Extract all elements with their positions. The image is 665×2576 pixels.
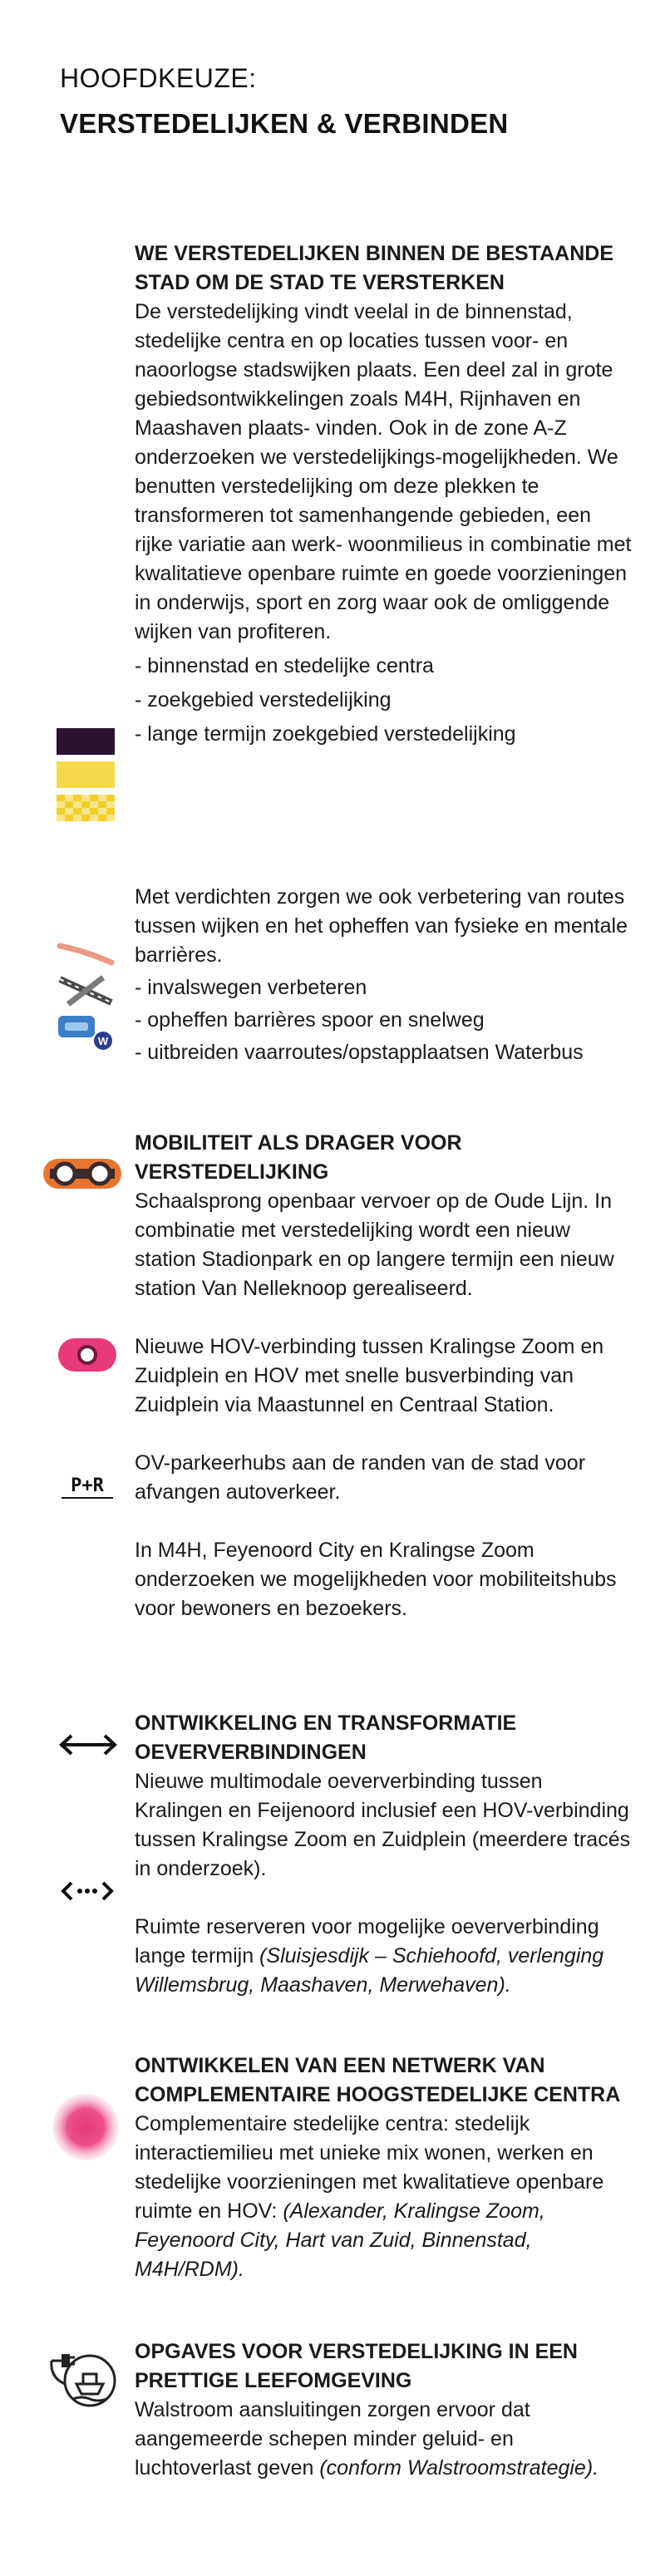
metro-text: Schaalsprong openbaar vervoer op de Oude… [135, 1189, 614, 1300]
legend-item-long-term-search-area: - lange termijn zoekgebied verstedelijki… [135, 722, 516, 746]
legend-item-search-area: - zoekgebied verstedelijking [135, 688, 392, 712]
section-heading: WE VERSTEDELIJKEN BINNEN DE BESTAANDE ST… [135, 242, 613, 294]
section-routes: Met verdichten zorgen we ook verbetering… [135, 883, 633, 1067]
section-heading: MOBILITEIT ALS DRAGER VOOR VERSTEDELIJKI… [135, 1131, 462, 1184]
park-and-ride-icon: P+R [62, 1475, 113, 1499]
section-heading: ONTWIKKELEN VAN EEN NETWERK VAN COMPLEME… [135, 2054, 621, 2106]
svg-text:W: W [98, 1035, 109, 1047]
page-kicker: HOOFDKEUZE: [60, 63, 257, 93]
section-body: Met verdichten zorgen we ook verbetering… [135, 885, 628, 967]
park-ride-text: OV-parkeerhubs aan de randen van de stad… [135, 1451, 586, 1504]
mobility-hub-text: In M4H, Feyenoord City en Kralingse Zoom… [135, 1539, 617, 1620]
metro-line-icon [43, 1159, 121, 1189]
section-mobility: MOBILITEIT ALS DRAGER VOOR VERSTEDELIJKI… [135, 1129, 633, 1623]
shore-power-icon [50, 2354, 116, 2407]
search-area-swatch [57, 761, 115, 788]
approach-road-icon [57, 943, 115, 966]
section-heading: OPGAVES VOOR VERSTEDELIJKING IN EEN PRET… [135, 2340, 578, 2392]
shore-power-text: Walstroom aansluitingen zorgen ervoor da… [135, 2396, 633, 2483]
future-crossing-icon [61, 1881, 114, 1901]
crossing-arrow-icon [59, 1734, 117, 1756]
legend-item-waterbus: - uitbreiden vaarroutes/opstapplaatsen W… [135, 1041, 584, 1064]
shore-power-strategy: (conform Walstroomstrategie). [319, 2456, 599, 2480]
city-center-swatch [57, 728, 115, 755]
urban-center-icon [52, 2094, 119, 2160]
legend-item-barriers: - opheffen barrières spoor en snelweg [135, 1008, 485, 1032]
legend-item-approach-roads: - invalswegen verbeteren [135, 976, 367, 999]
barrier-removal-icon [58, 975, 113, 1007]
crossing-text: Nieuwe multimodale oeververbinding tusse… [135, 1770, 631, 1880]
future-crossing-text: Ruimte reserveren voor mogelijke oeverve… [135, 1913, 633, 2000]
page-title: VERSTEDELIJKEN & VERBINDEN [60, 108, 509, 139]
legend-item-city-centers: - binnenstad en stedelijke centra [135, 654, 434, 677]
hov-text: Nieuwe HOV-verbinding tussen Kralingse Z… [135, 1335, 604, 1416]
section-crossings: ONTWIKKELING EN TRANSFORMATIE OEVERVERBI… [135, 1709, 633, 2000]
waterbus-icon: W [58, 1016, 112, 1050]
long-term-search-swatch [57, 795, 115, 821]
park-and-ride-label: P+R [71, 1475, 104, 1496]
section-urban-centers: ONTWIKKELEN VAN EEN NETWERK VAN COMPLEME… [135, 2051, 633, 2284]
section-living-environment: OPGAVES VOOR VERSTEDELIJKING IN EEN PRET… [135, 2337, 633, 2483]
hov-bus-icon [58, 1338, 116, 1372]
urban-centers-text: Complementaire stedelijke centra: stedel… [135, 2110, 633, 2284]
section-body: De verstedelijking vindt veelal in de bi… [135, 300, 632, 643]
section-heading: ONTWIKKELING EN TRANSFORMATIE OEVERVERBI… [135, 1712, 517, 1764]
section-urbanization: WE VERSTEDELIJKEN BINNEN DE BESTAANDE ST… [135, 239, 633, 749]
